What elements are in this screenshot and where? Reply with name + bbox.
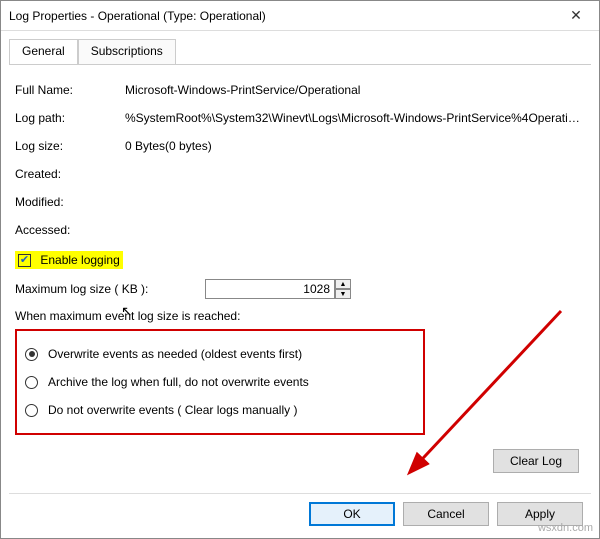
- spinner-up-icon[interactable]: ▲: [335, 279, 351, 289]
- dialog-button-row: OK Cancel Apply: [9, 493, 591, 538]
- field-created: Created:: [15, 167, 585, 181]
- dialog-log-properties: Log Properties - Operational (Type: Oper…: [0, 0, 600, 539]
- enable-logging-checkbox[interactable]: ✔: [18, 254, 31, 267]
- label-modified: Modified:: [15, 195, 125, 209]
- label-created: Created:: [15, 167, 125, 181]
- field-log-size: Log size: 0 Bytes(0 bytes): [15, 139, 585, 153]
- cancel-button[interactable]: Cancel: [403, 502, 489, 526]
- value-log-size: 0 Bytes(0 bytes): [125, 139, 585, 153]
- enable-logging-row: ✔ Enable logging: [15, 251, 585, 269]
- radio-archive-when-full[interactable]: Archive the log when full, do not overwr…: [25, 375, 415, 389]
- label-log-size: Log size:: [15, 139, 125, 153]
- radio-do-not-overwrite[interactable]: Do not overwrite events ( Clear logs man…: [25, 403, 415, 417]
- window-title: Log Properties - Operational (Type: Oper…: [9, 9, 266, 23]
- tab-general[interactable]: General: [9, 39, 78, 65]
- label-full-name: Full Name:: [15, 83, 125, 97]
- max-log-size-spinner: ▲ ▼: [335, 279, 351, 299]
- label-accessed: Accessed:: [15, 223, 125, 237]
- tab-subscriptions[interactable]: Subscriptions: [78, 39, 176, 65]
- radio-label: Overwrite events as needed (oldest event…: [48, 347, 302, 361]
- apply-button[interactable]: Apply: [497, 502, 583, 526]
- spinner-down-icon[interactable]: ▼: [335, 289, 351, 299]
- when-max-label: When maximum event log size is reached:: [15, 309, 585, 323]
- max-log-size-label: Maximum log size ( KB ):: [15, 282, 205, 296]
- clear-log-row: Clear Log: [15, 449, 585, 481]
- max-log-size-input[interactable]: [205, 279, 335, 299]
- field-modified: Modified:: [15, 195, 585, 209]
- radio-icon: [25, 376, 38, 389]
- value-log-path: %SystemRoot%\System32\Winevt\Logs\Micros…: [125, 111, 585, 125]
- field-log-path: Log path: %SystemRoot%\System32\Winevt\L…: [15, 111, 585, 125]
- radio-overwrite-as-needed[interactable]: Overwrite events as needed (oldest event…: [25, 347, 415, 361]
- value-full-name: Microsoft-Windows-PrintService/Operation…: [125, 83, 585, 97]
- label-log-path: Log path:: [15, 111, 125, 125]
- ok-button[interactable]: OK: [309, 502, 395, 526]
- titlebar: Log Properties - Operational (Type: Oper…: [1, 1, 599, 31]
- radio-icon: [25, 348, 38, 361]
- tabpanel-general: Full Name: Microsoft-Windows-PrintServic…: [9, 64, 591, 493]
- radio-label: Do not overwrite events ( Clear logs man…: [48, 403, 297, 417]
- overwrite-options-group: Overwrite events as needed (oldest event…: [15, 329, 425, 435]
- enable-logging-label: Enable logging: [40, 253, 119, 267]
- radio-label: Archive the log when full, do not overwr…: [48, 375, 309, 389]
- tab-strip: General Subscriptions: [1, 31, 599, 64]
- radio-icon: [25, 404, 38, 417]
- clear-log-button[interactable]: Clear Log: [493, 449, 579, 473]
- max-log-size-row: Maximum log size ( KB ): ▲ ▼: [15, 279, 585, 299]
- close-icon[interactable]: ✕: [553, 1, 599, 30]
- field-full-name: Full Name: Microsoft-Windows-PrintServic…: [15, 83, 585, 97]
- field-accessed: Accessed:: [15, 223, 585, 237]
